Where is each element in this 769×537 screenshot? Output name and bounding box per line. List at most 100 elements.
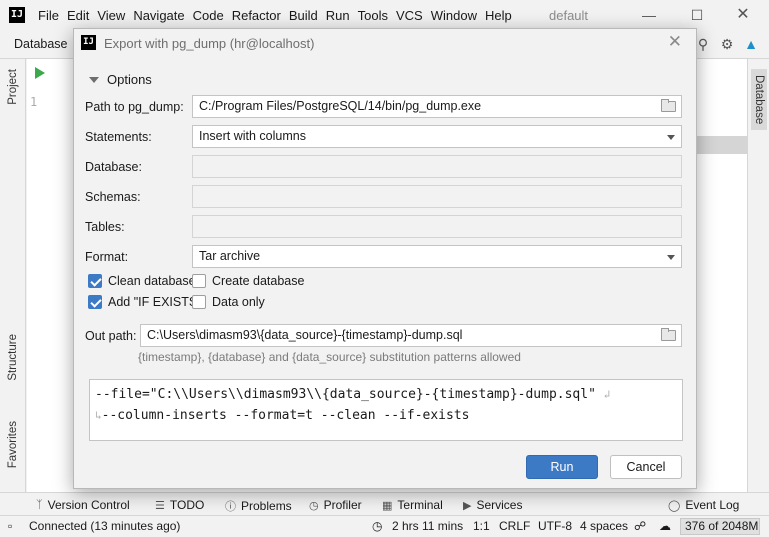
menu-run[interactable]: Run: [326, 8, 356, 23]
out-path-value: C:\Users\dimasm93\{data_source}-{timesta…: [147, 328, 463, 342]
tab-favorites[interactable]: Favorites: [7, 421, 19, 468]
menu-file[interactable]: File: [38, 8, 65, 23]
intellij-logo-icon: IJ: [9, 7, 25, 23]
version-control-tab[interactable]: ᛉ Version Control: [36, 498, 130, 512]
soft-wrap-continue-icon: ↳: [95, 409, 102, 422]
dialog-title-bar: IJ Export with pg_dump (hr@localhost) ✕: [74, 29, 696, 57]
event-log-icon: ◯: [668, 499, 681, 512]
memory-indicator[interactable]: 376 of 2048M: [680, 518, 760, 535]
settings-gear-icon[interactable]: ⚙: [717, 34, 737, 54]
database-field: [192, 155, 682, 178]
status-bar: ▫ Connected (13 minutes ago) ◷ 2 hrs 11 …: [0, 515, 769, 537]
database-tree-row[interactable]: [697, 136, 747, 154]
menu-edit[interactable]: Edit: [67, 8, 95, 23]
close-window-icon[interactable]: ✕: [728, 5, 758, 25]
menu-navigate[interactable]: Navigate: [133, 8, 190, 23]
menu-vcs[interactable]: VCS: [396, 8, 429, 23]
folder-icon[interactable]: [661, 99, 676, 112]
status-connection[interactable]: Connected (13 minutes ago): [29, 519, 180, 533]
chevron-down-icon: [667, 135, 675, 140]
folder-icon[interactable]: [661, 328, 676, 341]
format-select[interactable]: Tar archive: [192, 245, 682, 268]
terminal-icon: ▦: [382, 499, 393, 512]
event-log-tab[interactable]: ◯ Event Log: [668, 498, 739, 512]
soft-wrap-icon: ↲: [603, 388, 611, 401]
schemas-field: [192, 185, 682, 208]
todo-tab[interactable]: ☰ TODO: [155, 498, 204, 512]
export-dialog: IJ Export with pg_dump (hr@localhost) ✕ …: [73, 28, 697, 489]
checkbox-checked-icon[interactable]: [88, 274, 102, 288]
problems-tab[interactable]: ⓘ Problems: [225, 498, 292, 514]
menu-tools[interactable]: Tools: [358, 8, 394, 23]
create-database-checkbox[interactable]: Create database: [192, 274, 304, 288]
menu-refactor[interactable]: Refactor: [232, 8, 287, 23]
options-label: Options: [107, 72, 152, 87]
chevron-down-icon: [667, 255, 675, 260]
tables-label: Tables:: [85, 220, 125, 234]
path-label: Path to pg_dump:: [85, 100, 184, 114]
checkbox-checked-icon[interactable]: [88, 295, 102, 309]
toolbox-icon[interactable]: ▲: [741, 34, 761, 54]
out-path-field[interactable]: C:\Users\dimasm93\{data_source}-{timesta…: [140, 324, 682, 347]
menu-build[interactable]: Build: [289, 8, 324, 23]
format-value: Tar archive: [199, 249, 261, 263]
if-exists-checkbox[interactable]: Add "IF EXISTS": [88, 295, 202, 309]
statements-value: Insert with columns: [199, 129, 306, 143]
title-bar: IJ File Edit View Navigate Code Refactor…: [0, 0, 769, 31]
cloud-icon[interactable]: ☁: [659, 519, 671, 533]
schemas-label: Schemas:: [85, 190, 141, 204]
checkbox-unchecked-icon[interactable]: [192, 274, 206, 288]
run-icon[interactable]: [35, 67, 45, 79]
status-indent[interactable]: 4 spaces: [580, 519, 628, 533]
profiler-icon: ◷: [309, 499, 319, 512]
left-tool-strip: Project Structure Favorites: [0, 59, 26, 492]
tab-database[interactable]: Database: [751, 69, 767, 131]
menu-help[interactable]: Help: [485, 8, 518, 23]
tab-structure[interactable]: Structure: [7, 334, 19, 381]
command-line-1: --file="C:\\Users\\dimasm93\\{data_sourc…: [95, 387, 611, 402]
list-icon: ☰: [155, 499, 165, 512]
data-only-checkbox[interactable]: Data only: [192, 295, 265, 309]
dialog-title: Export with pg_dump (hr@localhost): [104, 36, 315, 51]
status-time[interactable]: 2 hrs 11 mins: [392, 519, 463, 533]
clock-icon: ◷: [372, 519, 383, 533]
path-to-pgdump-field[interactable]: C:/Program Files/PostgreSQL/14/bin/pg_du…: [192, 95, 682, 118]
terminal-tab[interactable]: ▦ Terminal: [382, 498, 443, 512]
status-encoding[interactable]: UTF-8: [538, 519, 572, 533]
line-number: 1: [30, 95, 38, 109]
menu-window[interactable]: Window: [431, 8, 483, 23]
format-label: Format:: [85, 250, 129, 264]
options-section-toggle[interactable]: Options: [89, 72, 152, 87]
command-preview[interactable]: --file="C:\\Users\\dimasm93\\{data_sourc…: [89, 379, 683, 441]
substitution-hint: {timestamp}, {database} and {data_source…: [138, 350, 521, 364]
lock-icon[interactable]: ☍: [634, 519, 646, 533]
maximize-icon[interactable]: ☐: [682, 5, 712, 25]
statements-select[interactable]: Insert with columns: [192, 125, 682, 148]
path-value: C:/Program Files/PostgreSQL/14/bin/pg_du…: [199, 99, 482, 113]
cancel-button[interactable]: Cancel: [610, 455, 682, 479]
intellij-logo-icon: IJ: [81, 35, 96, 50]
out-path-label: Out path:: [85, 329, 137, 343]
checkbox-unchecked-icon[interactable]: [192, 295, 206, 309]
close-icon[interactable]: ✕: [668, 32, 682, 52]
right-tool-strip: Database: [747, 59, 769, 492]
status-line-separator[interactable]: CRLF: [499, 519, 530, 533]
profiler-tab[interactable]: ◷ Profiler: [309, 498, 362, 512]
command-line-2: ↳--column-inserts --format=t --clean --i…: [95, 408, 470, 423]
tab-project[interactable]: Project: [7, 69, 19, 105]
status-connection-icon: ▫: [8, 519, 13, 533]
project-name: default: [549, 8, 589, 23]
info-icon: ⓘ: [225, 501, 236, 513]
status-caret-position[interactable]: 1:1: [473, 519, 490, 533]
minimize-icon[interactable]: —: [634, 5, 664, 25]
run-button[interactable]: Run: [526, 455, 598, 479]
menu-code[interactable]: Code: [193, 8, 230, 23]
branch-icon: ᛉ: [36, 499, 43, 511]
statements-label: Statements:: [85, 130, 152, 144]
tool-window-bar: ᛉ Version Control ☰ TODO ⓘ Problems ◷ Profil…: [0, 492, 769, 516]
breadcrumb-database[interactable]: Database: [14, 37, 68, 51]
menu-view[interactable]: View: [97, 8, 131, 23]
clean-database-checkbox[interactable]: Clean database: [88, 274, 196, 288]
tables-field: [192, 215, 682, 238]
services-tab[interactable]: ▶ Services: [463, 498, 522, 512]
